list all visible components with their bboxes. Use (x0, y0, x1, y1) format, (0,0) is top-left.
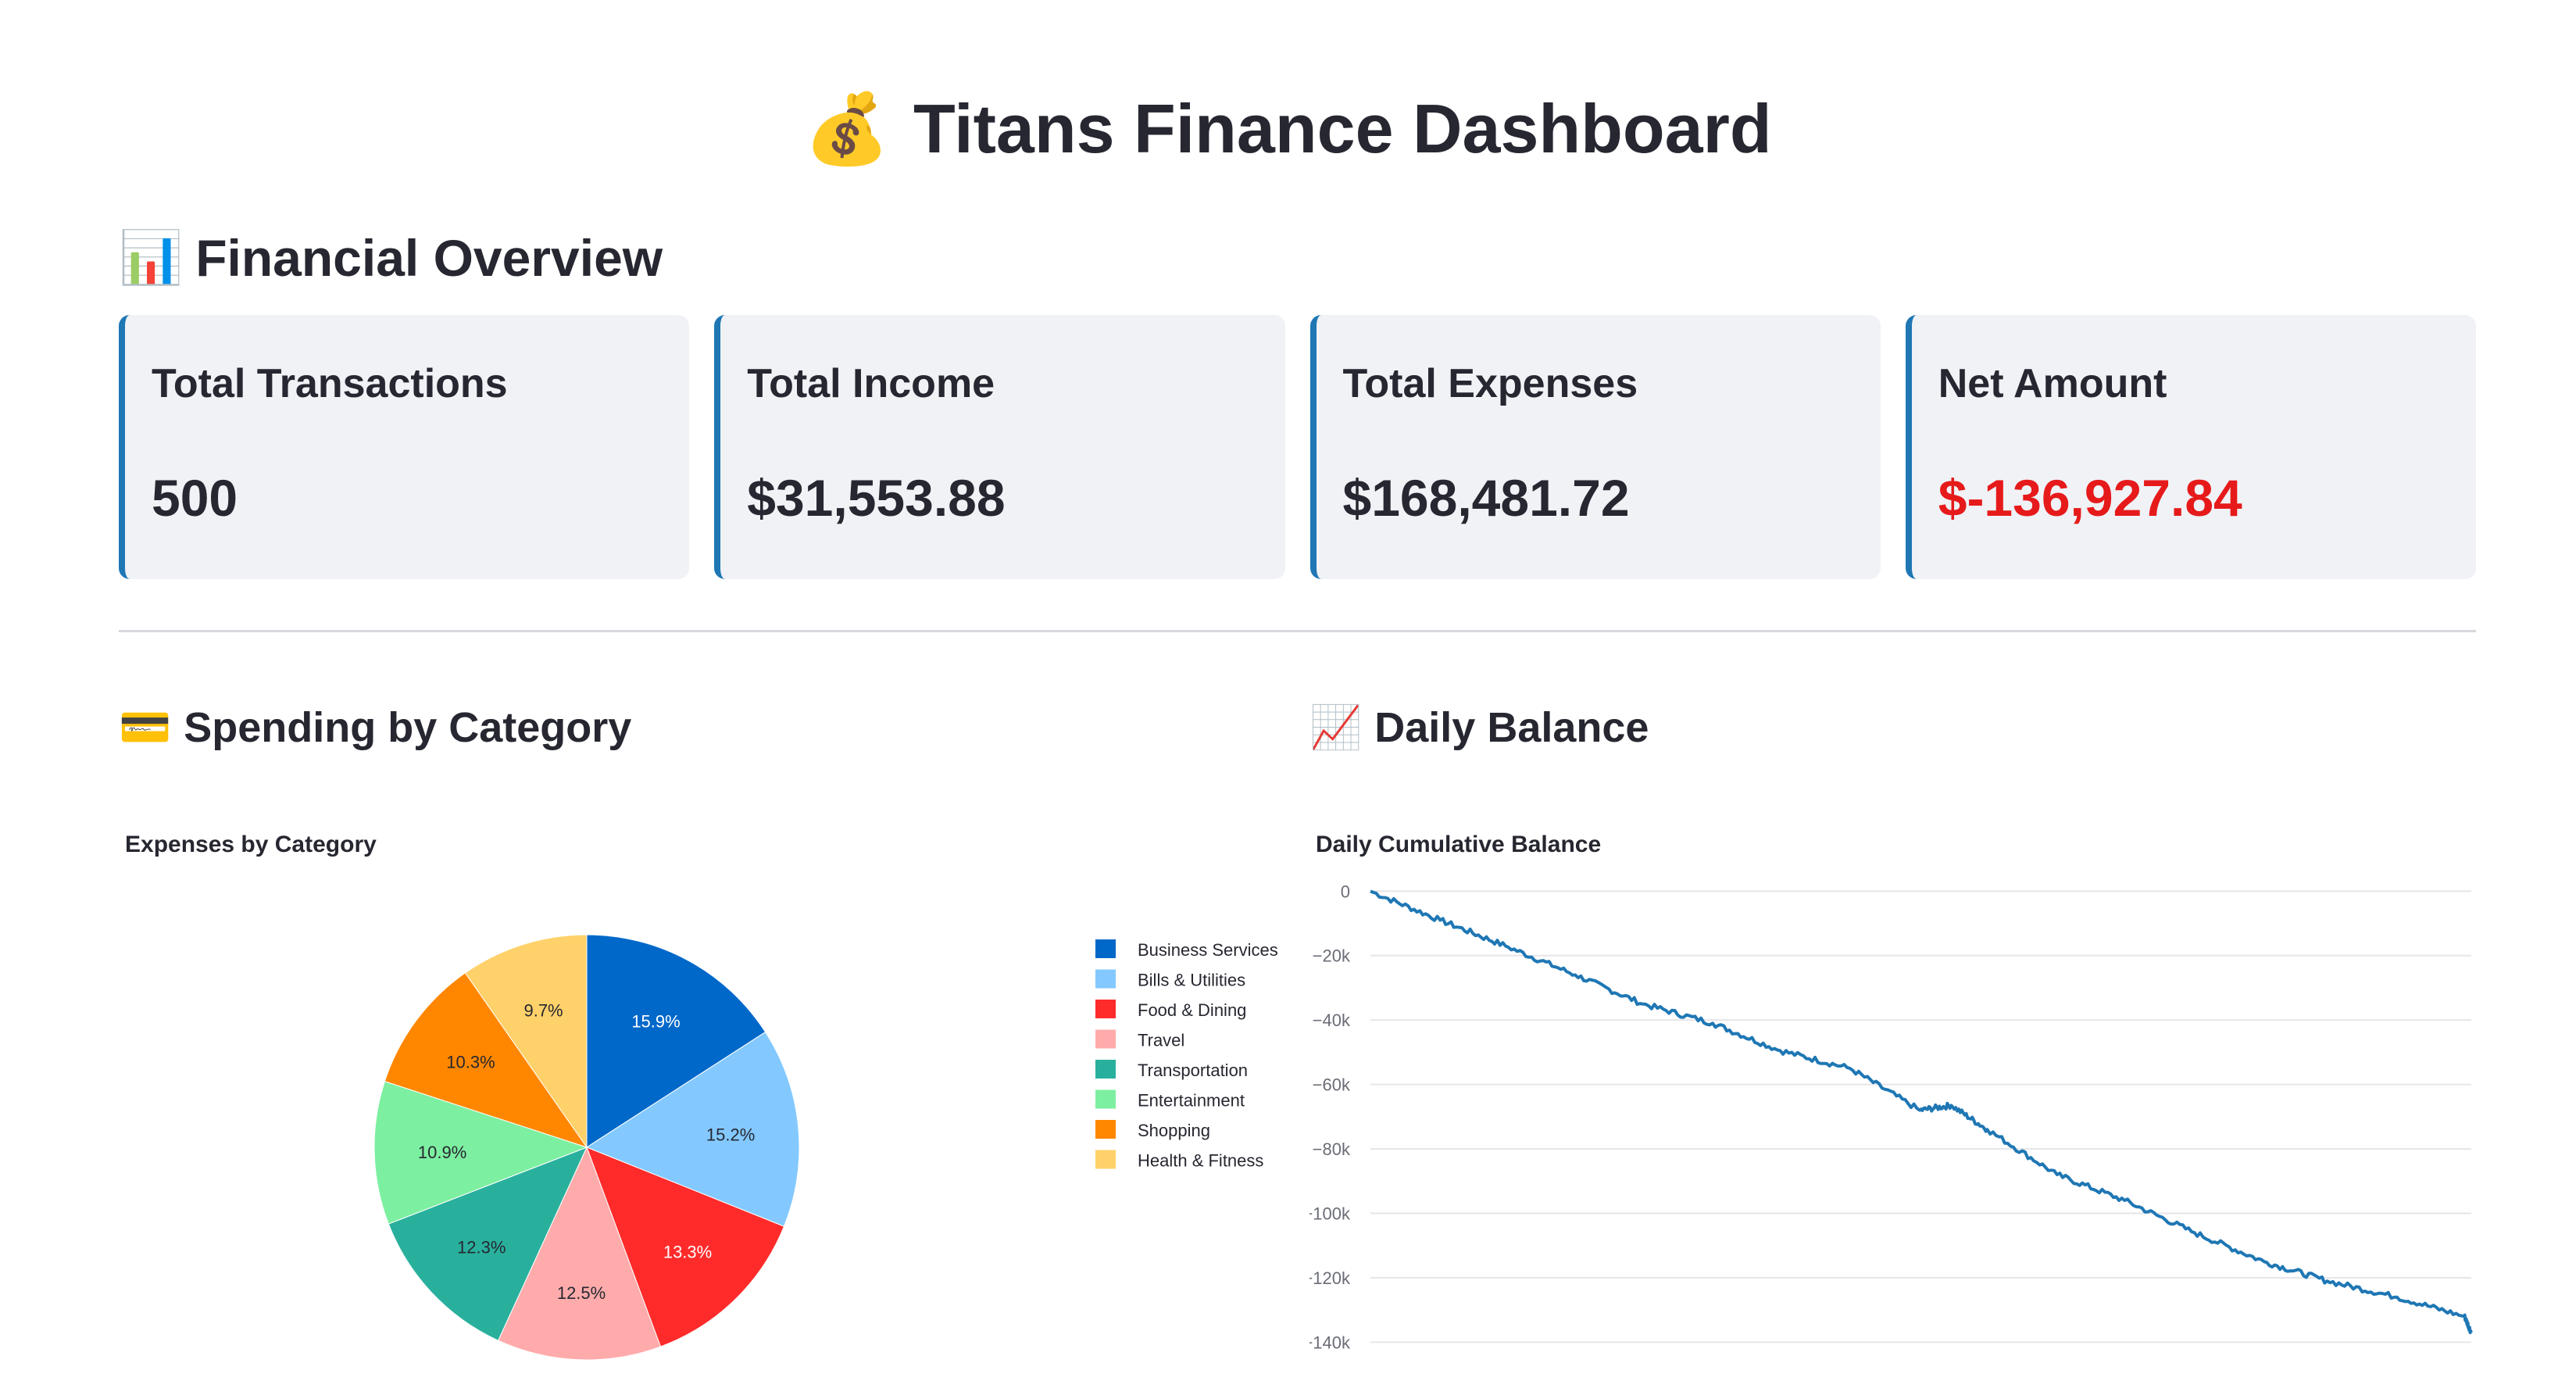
balance-line[interactable] (1370, 889, 2473, 1335)
y-tick-label: −80k (1313, 1139, 1351, 1159)
y-tick-label: −100k (1309, 1204, 1351, 1224)
metric-value: $31,553.88 (747, 469, 1006, 527)
page-title-text: Titans Finance Dashboard (913, 90, 1772, 167)
legend-swatch (1095, 1089, 1116, 1109)
section-divider (119, 630, 2476, 632)
metric-value: $168,481.72 (1342, 469, 1630, 527)
financial-overview-heading-text: Financial Overview (195, 229, 663, 287)
legend-swatch (1095, 1000, 1116, 1018)
bar-chart-icon: 📊 (119, 227, 184, 288)
y-tick-label: 0 (1341, 882, 1350, 901)
metric-label: Total Expenses (1342, 361, 1638, 406)
metric-card-total-income: Total Income $31,553.88 (714, 315, 1285, 579)
legend-label: Shopping (1138, 1121, 1210, 1140)
daily-balance-line-chart[interactable]: 0−20k−40k−60k−80k−100k−120k−140kJan 2024… (1309, 868, 2476, 1388)
metric-value: 500 (152, 469, 238, 527)
spending-heading-text: Spending by Category (184, 704, 632, 751)
pie-chart-title: Expenses by Category (125, 832, 377, 857)
pie-slice-label: 10.3% (446, 1053, 495, 1072)
legend-label: Food & Dining (1138, 1000, 1246, 1020)
metric-card-total-transactions: Total Transactions 500 (119, 315, 690, 579)
metric-label: Total Income (747, 361, 995, 406)
metric-card-total-expenses: Total Expenses $168,481.72 (1309, 315, 1881, 579)
metric-cards: Total Transactions 500 Total Income $31,… (119, 315, 2476, 579)
page-title: 💰 Titans Finance Dashboard (0, 82, 2576, 176)
legend-label: Entertainment (1138, 1091, 1245, 1111)
chart-increasing-icon: 📈 (1309, 703, 1363, 752)
line-chart-title: Daily Cumulative Balance (1316, 832, 1602, 857)
legend-label: Bills & Utilities (1138, 971, 1245, 990)
legend-label: Travel (1138, 1031, 1184, 1050)
legend-swatch (1095, 1150, 1116, 1169)
expenses-pie-chart[interactable]: 15.9% 15.2% 13.3% 12.5% 12.3% 10.9% 10.3% 9.7% B… (119, 868, 1291, 1388)
daily-balance-heading: 📈 Daily Balance (1309, 694, 1649, 761)
legend-label: Health & Fitness (1138, 1151, 1263, 1171)
pie-slice-label: 12.5% (557, 1283, 606, 1303)
metric-card-net-amount: Net Amount $-136,927.84 (1905, 315, 2476, 579)
metric-label: Net Amount (1938, 361, 2167, 406)
y-tick-label: −40k (1313, 1011, 1351, 1030)
legend-label: Transportation (1138, 1061, 1248, 1080)
credit-card-icon: 💳 (119, 703, 172, 752)
legend-swatch (1095, 1029, 1116, 1049)
metric-value-negative: $-136,927.84 (1938, 469, 2242, 527)
pie-slice-label: 15.9% (631, 1012, 680, 1032)
dashboard-page: 💰 Titans Finance Dashboard 📊 Financial O… (0, 0, 2576, 1388)
financial-overview-heading: 📊 Financial Overview (119, 220, 663, 295)
legend-label: Business Services (1138, 940, 1278, 960)
y-tick-label: −20k (1313, 946, 1351, 966)
money-bag-icon: 💰 (804, 88, 890, 169)
legend-swatch (1095, 1060, 1116, 1079)
y-tick-label: −120k (1309, 1268, 1351, 1288)
legend-swatch (1095, 969, 1116, 989)
balance-heading-text: Daily Balance (1374, 704, 1649, 751)
legend-swatch (1095, 1120, 1116, 1139)
y-tick-label: −60k (1313, 1075, 1351, 1095)
legend-swatch (1095, 939, 1116, 958)
y-tick-label: −140k (1309, 1333, 1351, 1352)
pie-slice-label: 10.9% (418, 1143, 466, 1162)
spending-by-category-heading: 💳 Spending by Category (119, 694, 631, 761)
metric-label: Total Transactions (152, 361, 508, 406)
pie-slice-label: 13.3% (663, 1243, 712, 1262)
pie-slice-label: 12.3% (457, 1238, 506, 1257)
pie-slice-label: 9.7% (523, 1001, 563, 1021)
pie-slice-label: 15.2% (706, 1125, 755, 1144)
